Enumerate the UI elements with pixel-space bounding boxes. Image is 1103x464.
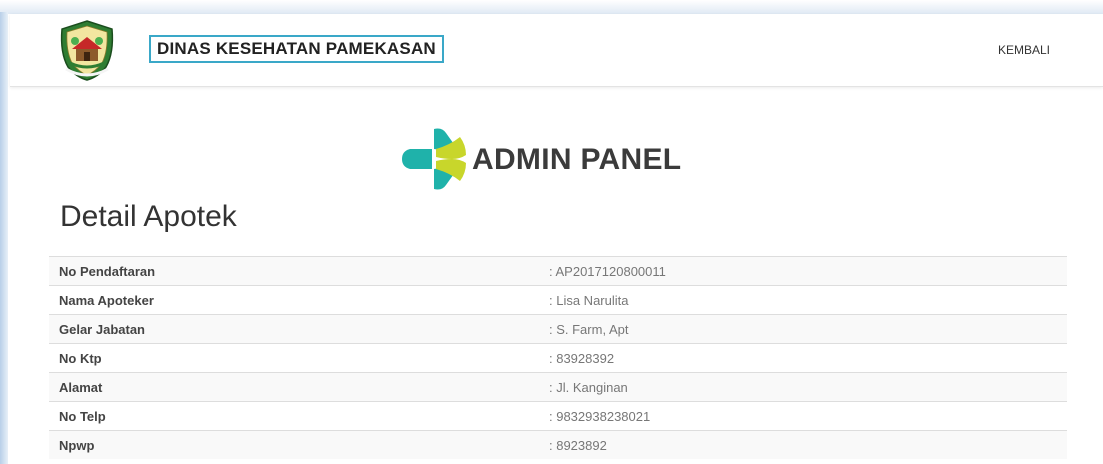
top-navbar: DINAS KESEHATAN PAMEKASAN KEMBALI	[10, 14, 1103, 87]
table-row: Nama Apoteker : Lisa Narulita	[49, 285, 1067, 315]
row-value: : 8923892	[539, 430, 1067, 459]
row-label: Nama Apoteker	[49, 285, 539, 315]
table-row: Gelar Jabatan : S. Farm, Apt	[49, 314, 1067, 344]
row-value: : 9832938238021	[539, 401, 1067, 431]
window-top-edge	[0, 0, 1103, 14]
admin-panel-text: ADMIN PANEL	[472, 143, 682, 176]
regency-emblem-icon	[60, 20, 114, 81]
page-title: Detail Apotek	[60, 200, 237, 233]
row-label: Alamat	[49, 372, 539, 402]
health-logo-icon	[402, 128, 466, 190]
browser-frame: DINAS KESEHATAN PAMEKASAN KEMBALI ADMIN …	[0, 0, 1103, 464]
row-label: No Telp	[49, 401, 539, 431]
row-label: No Pendaftaran	[49, 256, 539, 286]
row-value: : Jl. Kanginan	[539, 372, 1067, 402]
row-label: Gelar Jabatan	[49, 314, 539, 344]
row-label: No Ktp	[49, 343, 539, 373]
table-row: No Telp : 9832938238021	[49, 401, 1067, 431]
table-row: No Ktp : 83928392	[49, 343, 1067, 373]
row-label: Npwp	[49, 430, 539, 459]
table-row: Npwp : 8923892	[49, 430, 1067, 459]
window-left-edge	[0, 12, 8, 464]
row-value: : S. Farm, Apt	[539, 314, 1067, 344]
row-value: : 83928392	[539, 343, 1067, 373]
table-row: No Pendaftaran : AP2017120800011	[49, 256, 1067, 286]
row-value: : AP2017120800011	[539, 256, 1067, 286]
brand-title[interactable]: DINAS KESEHATAN PAMEKASAN	[149, 35, 444, 63]
detail-table: No Pendaftaran : AP2017120800011 Nama Ap…	[49, 256, 1067, 459]
row-value: : Lisa Narulita	[539, 285, 1067, 315]
back-link[interactable]: KEMBALI	[998, 43, 1050, 57]
table-row: Alamat : Jl. Kanginan	[49, 372, 1067, 402]
